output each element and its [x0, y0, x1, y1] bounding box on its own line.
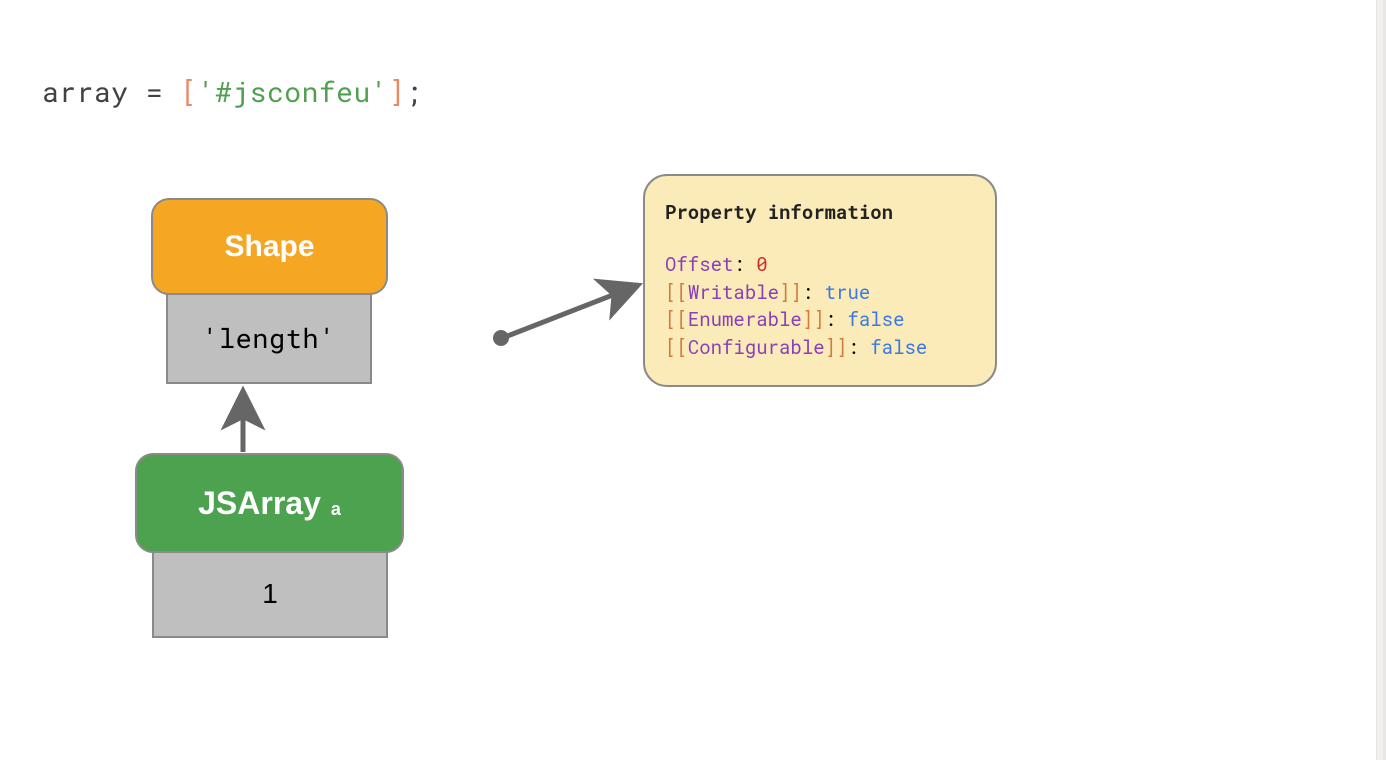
jsarray-title-label: JSArray — [198, 485, 321, 522]
colon: : — [825, 307, 848, 332]
property-info-panel: Property information Offset: 0[[Writable… — [643, 174, 997, 387]
jsarray-length-cell: 1 — [152, 550, 388, 638]
property-key: Writable — [688, 280, 779, 305]
property-key: Enumerable — [688, 307, 802, 332]
open-brackets: [[ — [665, 280, 688, 305]
property-key: Offset — [665, 252, 733, 277]
property-value: false — [870, 335, 927, 360]
shape-box: Shape 'length' — [151, 198, 388, 384]
property-row: [[Writable]]: true — [665, 279, 975, 307]
code-close-bracket: ] — [388, 73, 405, 110]
property-key: Configurable — [688, 335, 825, 360]
pointer-dot-icon — [493, 330, 509, 346]
property-row: [[Configurable]]: false — [665, 334, 975, 362]
shape-title-label: Shape — [224, 230, 314, 264]
property-row: Offset: 0 — [665, 251, 975, 279]
jsarray-box: JSArray a 1 — [135, 453, 404, 638]
property-row: [[Enumerable]]: false — [665, 306, 975, 334]
arrow-length-to-property — [505, 286, 636, 337]
close-brackets: ]] — [779, 280, 802, 305]
open-brackets: [[ — [665, 307, 688, 332]
jsarray-title: JSArray a — [135, 453, 404, 553]
property-info-rows: Offset: 0[[Writable]]: true[[Enumerable]… — [665, 251, 975, 361]
code-open-bracket: [ — [180, 73, 197, 110]
colon: : — [733, 252, 756, 277]
code-var: array — [42, 73, 129, 110]
code-string: '#jsconfeu' — [198, 73, 388, 110]
property-value: true — [825, 280, 871, 305]
close-brackets: ]] — [802, 307, 825, 332]
scrollbar-edge — [1376, 0, 1386, 760]
jsarray-length-value: 1 — [262, 578, 278, 610]
close-brackets: ]] — [825, 335, 848, 360]
code-line: array = ['#jsconfeu']; — [42, 78, 423, 106]
property-value: false — [847, 307, 904, 332]
code-semicolon: ; — [405, 73, 422, 110]
shape-length-label: 'length' — [202, 321, 336, 356]
colon: : — [847, 335, 870, 360]
code-eq: = — [129, 73, 181, 110]
open-brackets: [[ — [665, 335, 688, 360]
shape-length-cell: 'length' — [166, 292, 372, 384]
property-value: 0 — [756, 252, 767, 277]
property-info-title: Property information — [665, 200, 975, 225]
colon: : — [802, 280, 825, 305]
shape-title: Shape — [151, 198, 388, 295]
jsarray-subscript: a — [331, 499, 341, 520]
